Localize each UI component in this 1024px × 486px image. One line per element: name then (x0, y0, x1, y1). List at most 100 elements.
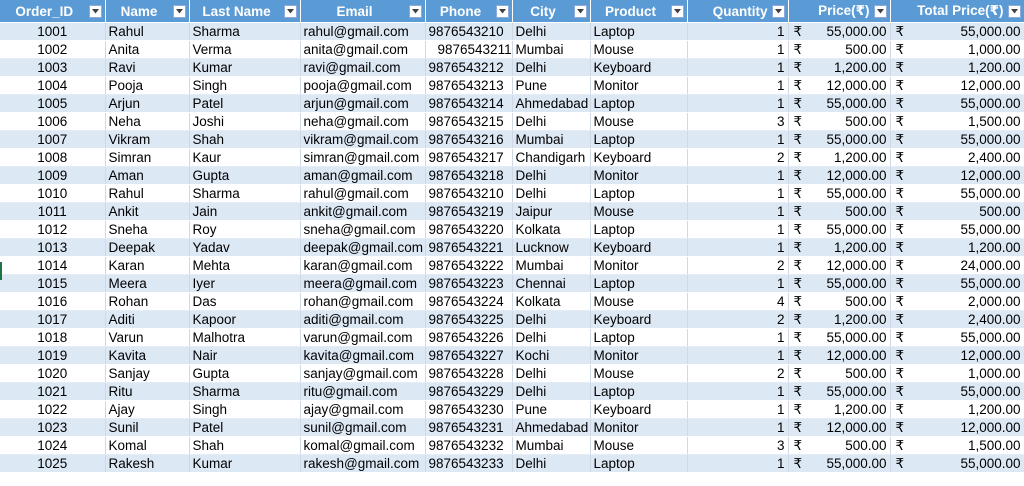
cell-price[interactable]: ₹12,000.00 (788, 346, 891, 365)
cell-last-name[interactable]: Kapoor (189, 310, 301, 329)
cell-email[interactable]: vikram@gmail.com (300, 130, 426, 149)
cell-city[interactable]: Delhi (512, 382, 591, 401)
cell-product[interactable]: Mouse (590, 202, 688, 221)
cell-email[interactable]: ajay@gmail.com (300, 400, 426, 419)
cell-city[interactable]: Chandigarh (512, 148, 591, 167)
cell-phone[interactable]: 9876543210 (425, 22, 513, 41)
table-row[interactable]: 1012 Sneha Roy sneha@gmail.com 9876543220 Kol… (0, 220, 1024, 239)
cell-name[interactable]: Pooja (105, 76, 190, 95)
table-row[interactable]: 1024 Komal Shah komal@gmail.com 9876543232 Mu… (0, 436, 1024, 455)
table-row[interactable]: 1007 Vikram Shah vikram@gmail.com 9876543216… (0, 130, 1024, 149)
cell-last-name[interactable]: Sharma (189, 184, 301, 203)
cell-price[interactable]: ₹55,000.00 (788, 220, 891, 239)
cell-product[interactable]: Laptop (590, 184, 688, 203)
table-row[interactable]: 1017 Aditi Kapoor aditi@gmail.com 9876543225… (0, 310, 1024, 329)
cell-name[interactable]: Anita (105, 40, 190, 59)
column-header-city[interactable]: City (512, 0, 591, 23)
cell-order-id[interactable]: 1006 (0, 112, 106, 131)
cell-email[interactable]: ritu@gmail.com (300, 382, 426, 401)
cell-name[interactable]: Sanjay (105, 364, 190, 383)
cell-name[interactable]: Sneha (105, 220, 190, 239)
cell-last-name[interactable]: Verma (189, 40, 301, 59)
cell-product[interactable]: Mouse (590, 436, 688, 455)
cell-total[interactable]: ₹24,000.00 (890, 256, 1024, 275)
cell-quantity[interactable]: 1 (687, 130, 789, 149)
cell-price[interactable]: ₹55,000.00 (788, 454, 891, 473)
cell-price[interactable]: ₹500.00 (788, 40, 891, 59)
cell-phone[interactable]: 9876543227 (425, 346, 513, 365)
cell-name[interactable]: Deepak (105, 238, 190, 257)
cell-name[interactable]: Simran (105, 148, 190, 167)
cell-phone[interactable]: 9876543226 (425, 328, 513, 347)
cell-price[interactable]: ₹1,200.00 (788, 238, 891, 257)
table-row[interactable]: 1011 Ankit Jain ankit@gmail.com 9876543219 Ja… (0, 202, 1024, 221)
cell-product[interactable]: Mouse (590, 364, 688, 383)
cell-order-id[interactable]: 1012 (0, 220, 106, 239)
cell-city[interactable]: Ahmedabad (512, 94, 591, 113)
cell-quantity[interactable]: 1 (687, 166, 789, 185)
cell-total[interactable]: ₹1,000.00 (890, 40, 1024, 59)
cell-city[interactable]: Delhi (512, 166, 591, 185)
cell-product[interactable]: Laptop (590, 454, 688, 473)
cell-product[interactable]: Laptop (590, 382, 688, 401)
cell-product[interactable]: Keyboard (590, 310, 688, 329)
cell-quantity[interactable]: 1 (687, 202, 789, 221)
cell-last-name[interactable]: Kaur (189, 148, 301, 167)
cell-phone[interactable]: 9876543223 (425, 274, 513, 293)
cell-quantity[interactable]: 2 (687, 364, 789, 383)
cell-phone[interactable]: 9876543214 (425, 94, 513, 113)
cell-last-name[interactable]: Shah (189, 130, 301, 149)
cell-quantity[interactable]: 1 (687, 274, 789, 293)
cell-name[interactable]: Rohan (105, 292, 190, 311)
cell-price[interactable]: ₹500.00 (788, 436, 891, 455)
cell-last-name[interactable]: Joshi (189, 112, 301, 131)
cell-quantity[interactable]: 1 (687, 58, 789, 77)
cell-quantity[interactable]: 1 (687, 418, 789, 437)
filter-dropdown-icon[interactable] (771, 4, 785, 18)
cell-phone[interactable]: 9876543210 (425, 184, 513, 203)
cell-last-name[interactable]: Sharma (189, 382, 301, 401)
cell-email[interactable]: karan@gmail.com (300, 256, 426, 275)
cell-phone[interactable]: 9876543222 (425, 256, 513, 275)
cell-price[interactable]: ₹1,200.00 (788, 310, 891, 329)
cell-product[interactable]: Laptop (590, 94, 688, 113)
cell-phone[interactable]: 9876543224 (425, 292, 513, 311)
cell-city[interactable]: Mumbai (512, 256, 591, 275)
cell-total[interactable]: ₹1,200.00 (890, 400, 1024, 419)
cell-last-name[interactable]: Jain (189, 202, 301, 221)
cell-city[interactable]: Kolkata (512, 220, 591, 239)
table-row[interactable]: 1018 Varun Malhotra varun@gmail.com 98765432… (0, 328, 1024, 347)
cell-last-name[interactable]: Malhotra (189, 328, 301, 347)
cell-email[interactable]: aditi@gmail.com (300, 310, 426, 329)
cell-product[interactable]: Keyboard (590, 400, 688, 419)
cell-order-id[interactable]: 1002 (0, 40, 106, 59)
cell-phone[interactable]: 9876543216 (425, 130, 513, 149)
cell-phone[interactable]: 9876543211 (425, 40, 513, 59)
cell-order-id[interactable]: 1010 (0, 184, 106, 203)
cell-name[interactable]: Neha (105, 112, 190, 131)
cell-quantity[interactable]: 1 (687, 328, 789, 347)
cell-last-name[interactable]: Singh (189, 400, 301, 419)
cell-total[interactable]: ₹1,000.00 (890, 364, 1024, 383)
cell-city[interactable]: Pune (512, 400, 591, 419)
cell-order-id[interactable]: 1021 (0, 382, 106, 401)
cell-city[interactable]: Lucknow (512, 238, 591, 257)
cell-order-id[interactable]: 1025 (0, 454, 106, 473)
cell-order-id[interactable]: 1011 (0, 202, 106, 221)
cell-name[interactable]: Ravi (105, 58, 190, 77)
cell-last-name[interactable]: Yadav (189, 238, 301, 257)
cell-quantity[interactable]: 1 (687, 40, 789, 59)
cell-last-name[interactable]: Mehta (189, 256, 301, 275)
cell-price[interactable]: ₹500.00 (788, 202, 891, 221)
filter-dropdown-icon[interactable] (670, 4, 684, 18)
cell-quantity[interactable]: 1 (687, 346, 789, 365)
cell-last-name[interactable]: Singh (189, 76, 301, 95)
cell-email[interactable]: sunil@gmail.com (300, 418, 426, 437)
cell-phone[interactable]: 9876543228 (425, 364, 513, 383)
cell-name[interactable]: Rahul (105, 22, 190, 41)
cell-price[interactable]: ₹55,000.00 (788, 94, 891, 113)
cell-total[interactable]: ₹2,400.00 (890, 148, 1024, 167)
cell-order-id[interactable]: 1013 (0, 238, 106, 257)
cell-name[interactable]: Varun (105, 328, 190, 347)
cell-product[interactable]: Laptop (590, 220, 688, 239)
